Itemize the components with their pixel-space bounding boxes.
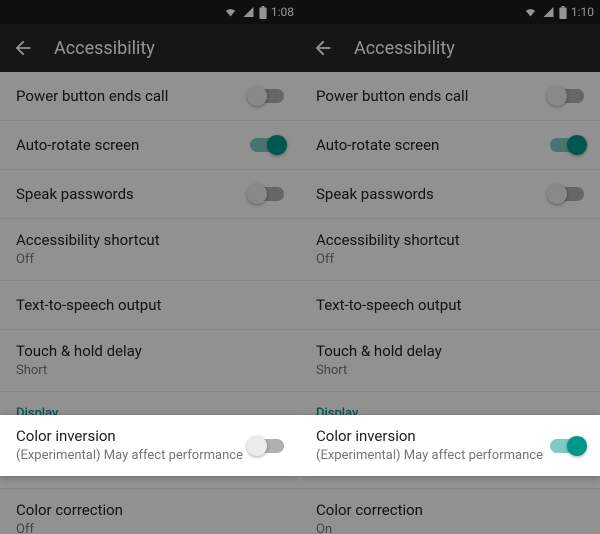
- section-header-display: Display: [0, 392, 300, 427]
- color-inversion-row[interactable]: Color inversion (Experimental) May affec…: [300, 427, 600, 489]
- signal-icon: [242, 6, 255, 18]
- row-subtitle: (Experimental) May affect performance: [316, 460, 543, 476]
- toggle-switch[interactable]: [550, 89, 584, 103]
- section-header-display: Display: [300, 392, 600, 427]
- settings-row[interactable]: Accessibility shortcut Off: [0, 219, 300, 281]
- color-correction-row[interactable]: Color correction On: [300, 489, 600, 534]
- back-icon[interactable]: [12, 37, 34, 59]
- row-subtitle: Off: [16, 522, 123, 534]
- settings-row[interactable]: Auto-rotate screen: [0, 121, 300, 170]
- row-title: Speak passwords: [316, 185, 434, 204]
- color-inversion-row[interactable]: Color inversion (Experimental) May affec…: [0, 427, 300, 489]
- settings-row[interactable]: Accessibility shortcut Off: [300, 219, 600, 281]
- settings-row[interactable]: Speak passwords: [300, 170, 600, 219]
- row-title: Accessibility shortcut: [16, 231, 160, 250]
- settings-row[interactable]: Text-to-speech output: [300, 281, 600, 330]
- toggle-switch[interactable]: [250, 89, 284, 103]
- row-title: Text-to-speech output: [316, 296, 461, 315]
- row-title: Power button ends call: [316, 87, 468, 106]
- signal-icon: [542, 6, 555, 18]
- toggle-switch[interactable]: [550, 451, 584, 465]
- toggle-switch[interactable]: [250, 187, 284, 201]
- battery-icon: [259, 6, 267, 19]
- row-subtitle: Off: [16, 252, 160, 268]
- row-subtitle: Short: [316, 363, 442, 379]
- appbar-title: Accessibility: [354, 38, 455, 59]
- settings-row[interactable]: Touch & hold delay Short: [300, 330, 600, 392]
- row-title: Color inversion: [316, 439, 543, 458]
- row-title: Power button ends call: [16, 87, 168, 106]
- toggle-switch[interactable]: [250, 451, 284, 465]
- row-title: Accessibility shortcut: [316, 231, 460, 250]
- color-correction-row[interactable]: Color correction Off: [0, 489, 300, 534]
- row-title: Auto-rotate screen: [316, 136, 439, 155]
- wifi-icon: [523, 6, 538, 18]
- settings-row[interactable]: Touch & hold delay Short: [0, 330, 300, 392]
- status-time: 1:10: [571, 5, 594, 19]
- settings-row[interactable]: Power button ends call: [0, 72, 300, 121]
- settings-row[interactable]: Auto-rotate screen: [300, 121, 600, 170]
- row-title: Text-to-speech output: [16, 296, 161, 315]
- row-subtitle: On: [316, 522, 423, 534]
- battery-icon: [559, 6, 567, 19]
- toggle-switch[interactable]: [550, 138, 584, 152]
- row-title: Touch & hold delay: [16, 342, 142, 361]
- status-bar: 1:10: [300, 0, 600, 24]
- row-title: Color correction: [16, 501, 123, 520]
- row-subtitle: Short: [16, 363, 142, 379]
- back-icon[interactable]: [312, 37, 334, 59]
- appbar-title: Accessibility: [54, 38, 155, 59]
- row-subtitle: (Experimental) May affect performance: [16, 460, 243, 476]
- status-time: 1:08: [271, 5, 294, 19]
- row-title: Touch & hold delay: [316, 342, 442, 361]
- row-title: Speak passwords: [16, 185, 134, 204]
- row-subtitle: Off: [316, 252, 460, 268]
- status-bar: 1:08: [0, 0, 300, 24]
- settings-row[interactable]: Power button ends call: [300, 72, 600, 121]
- toggle-switch[interactable]: [250, 138, 284, 152]
- row-title: Auto-rotate screen: [16, 136, 139, 155]
- wifi-icon: [223, 6, 238, 18]
- phone-panel: 1:10 Accessibility Power button ends cal…: [300, 0, 600, 534]
- settings-list: Power button ends call Auto-rotate scree…: [0, 72, 300, 534]
- settings-row[interactable]: Speak passwords: [0, 170, 300, 219]
- settings-list: Power button ends call Auto-rotate scree…: [300, 72, 600, 534]
- row-title: Color inversion: [16, 439, 243, 458]
- app-bar: Accessibility: [300, 24, 600, 72]
- row-title: Color correction: [316, 501, 423, 520]
- app-bar: Accessibility: [0, 24, 300, 72]
- phone-panel: 1:08 Accessibility Power button ends cal…: [0, 0, 300, 534]
- settings-row[interactable]: Text-to-speech output: [0, 281, 300, 330]
- toggle-switch[interactable]: [550, 187, 584, 201]
